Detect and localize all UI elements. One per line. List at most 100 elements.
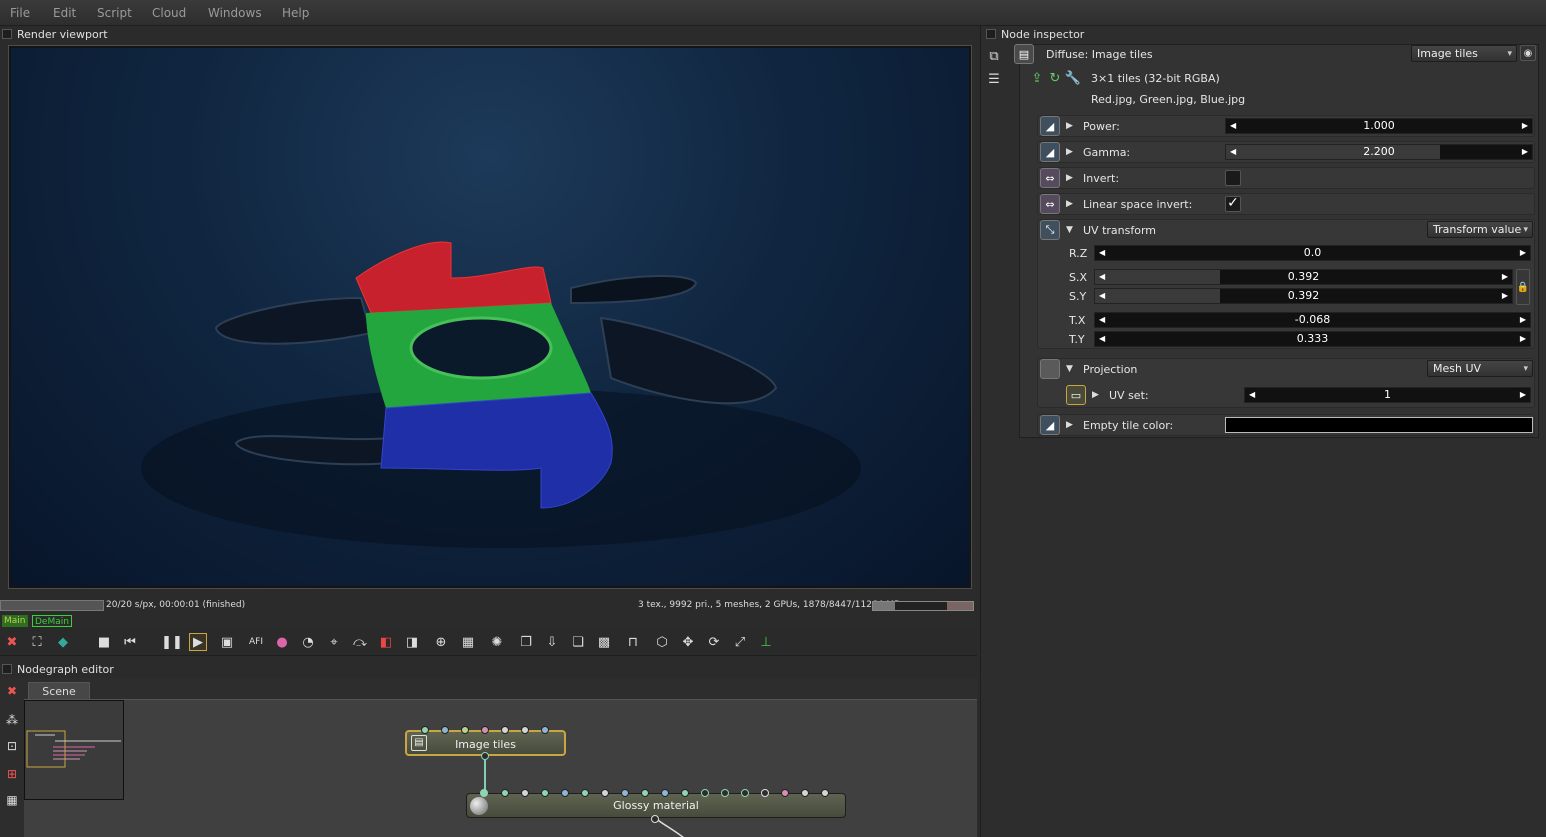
magnify-icon[interactable]: ⊕ bbox=[432, 633, 450, 651]
arrow-left-icon[interactable]: ◀ bbox=[1099, 289, 1105, 303]
arrow-right-icon[interactable]: ▶ bbox=[1522, 145, 1528, 159]
arrow-left-icon[interactable]: ◀ bbox=[1099, 246, 1105, 260]
upload-icon[interactable]: ⇪ bbox=[1028, 69, 1046, 87]
node-pin[interactable] bbox=[501, 789, 509, 797]
picker-icon[interactable]: ⌖ bbox=[325, 633, 343, 651]
arrow-right-icon[interactable]: ▶ bbox=[1520, 246, 1526, 260]
node-pin[interactable] bbox=[421, 726, 429, 734]
node-pin[interactable] bbox=[461, 726, 469, 734]
expand-icon[interactable]: ▶ bbox=[1066, 420, 1073, 430]
rewind-icon[interactable]: ⏮ bbox=[121, 633, 139, 651]
node-pin[interactable] bbox=[541, 789, 549, 797]
focus-icon[interactable]: ⛶ bbox=[28, 633, 46, 651]
transform-pin-icon[interactable]: ⤡ bbox=[1040, 220, 1060, 240]
color-pin-icon[interactable]: ◢ bbox=[1040, 415, 1060, 435]
node-pin[interactable] bbox=[661, 789, 669, 797]
panel-toggle[interactable] bbox=[2, 29, 12, 39]
node-pin[interactable] bbox=[541, 726, 549, 734]
bool-pin-icon[interactable]: ⇔ bbox=[1040, 168, 1060, 188]
expand-icon[interactable]: ▶ bbox=[1066, 147, 1073, 157]
bool-pin-icon[interactable]: ⇔ bbox=[1040, 194, 1060, 214]
fullscreen-icon[interactable]: ⤢ bbox=[731, 633, 749, 651]
arrow-left-icon[interactable]: ◀ bbox=[1099, 332, 1105, 346]
main-tag[interactable]: Main bbox=[2, 615, 28, 627]
color-wheel-icon[interactable]: ● bbox=[273, 633, 291, 651]
invert-checkbox[interactable] bbox=[1225, 170, 1241, 186]
node-pin-connected[interactable] bbox=[480, 789, 488, 797]
pick2-icon[interactable]: ◧ bbox=[377, 633, 395, 651]
eye-icon[interactable]: ◉ bbox=[1520, 45, 1536, 61]
render-image[interactable] bbox=[11, 48, 969, 586]
reset-icon[interactable]: ✖ bbox=[4, 683, 20, 699]
axis-icon[interactable]: ⊥ bbox=[757, 633, 775, 651]
pause-icon[interactable]: ❚❚ bbox=[161, 633, 183, 651]
node-pin[interactable] bbox=[521, 789, 529, 797]
node-type-dropdown[interactable]: Image tiles ▾ bbox=[1411, 45, 1517, 62]
text-icon[interactable]: AFI bbox=[247, 633, 265, 651]
node-pin[interactable] bbox=[801, 789, 809, 797]
node-pin[interactable] bbox=[561, 789, 569, 797]
export-icon[interactable]: ⇩ bbox=[543, 633, 561, 651]
node-pin[interactable] bbox=[621, 789, 629, 797]
node-pin[interactable] bbox=[821, 789, 829, 797]
arrow-right-icon[interactable]: ▶ bbox=[1520, 313, 1526, 327]
menu-file[interactable]: File bbox=[10, 6, 30, 20]
arrow-right-icon[interactable]: ▶ bbox=[1502, 270, 1508, 284]
node-output-pin[interactable] bbox=[651, 815, 659, 823]
node-output-pin[interactable] bbox=[481, 752, 489, 760]
nodegraph-minimap[interactable] bbox=[24, 700, 124, 800]
collapse-icon[interactable]: ▼ bbox=[1066, 225, 1073, 235]
float-pin-icon[interactable]: ◢ bbox=[1040, 142, 1060, 162]
graph-icon[interactable]: ⊞ bbox=[4, 766, 20, 782]
fit-icon[interactable]: ⊡ bbox=[4, 738, 20, 754]
node-pin[interactable] bbox=[721, 789, 729, 797]
node-pin[interactable] bbox=[601, 789, 609, 797]
expand-icon[interactable]: ▶ bbox=[1092, 390, 1099, 400]
node-pin[interactable] bbox=[761, 789, 769, 797]
arrow-left-icon[interactable]: ◀ bbox=[1230, 119, 1236, 133]
uv-transform-dropdown[interactable]: Transform value ▾ bbox=[1427, 221, 1533, 238]
expand-icon[interactable]: ▶ bbox=[1066, 199, 1073, 209]
color-cube-icon[interactable]: ◆ bbox=[54, 633, 72, 651]
spinner-icon[interactable]: ✺ bbox=[488, 633, 506, 651]
expand-icon[interactable]: ▶ bbox=[1066, 121, 1073, 131]
rz-slider[interactable]: ◀ 0.0 ▶ bbox=[1094, 245, 1531, 261]
lock-icon[interactable]: ⊓ bbox=[624, 633, 642, 651]
menu-windows[interactable]: Windows bbox=[208, 6, 262, 20]
sx-slider[interactable]: ◀ 0.392 ▶ bbox=[1094, 269, 1513, 285]
arrow-left-icon[interactable]: ◀ bbox=[1099, 270, 1105, 284]
rotate-icon[interactable]: ⟳ bbox=[705, 633, 723, 651]
node-pin[interactable] bbox=[781, 789, 789, 797]
expand-icon[interactable]: ▶ bbox=[1066, 173, 1073, 183]
node-pin[interactable] bbox=[681, 789, 689, 797]
pick-icon[interactable]: ⤼ bbox=[351, 633, 369, 651]
node-pin[interactable] bbox=[701, 789, 709, 797]
node-pin[interactable] bbox=[521, 726, 529, 734]
float-pin-icon[interactable]: ◢ bbox=[1040, 116, 1060, 136]
wrench-icon[interactable]: 🔧 bbox=[1064, 69, 1082, 87]
int-pin-icon[interactable]: ▭ bbox=[1066, 385, 1086, 405]
arrow-left-icon[interactable]: ◀ bbox=[1230, 145, 1236, 159]
node-pin[interactable] bbox=[481, 726, 489, 734]
sy-slider[interactable]: ◀ 0.392 ▶ bbox=[1094, 288, 1513, 304]
grid-icon[interactable]: ▩ bbox=[595, 633, 613, 651]
tab-scene[interactable]: Scene bbox=[28, 682, 90, 700]
projection-pin-icon[interactable] bbox=[1040, 359, 1060, 379]
demain-tag[interactable]: DeMain bbox=[32, 615, 72, 627]
stop-icon[interactable]: ■ bbox=[95, 633, 113, 651]
node-pin[interactable] bbox=[641, 789, 649, 797]
collapse-icon[interactable]: ▼ bbox=[1066, 364, 1073, 374]
lock-icon[interactable]: 🔒 bbox=[1516, 269, 1530, 305]
arrow-right-icon[interactable]: ▶ bbox=[1520, 332, 1526, 346]
menu-edit[interactable]: Edit bbox=[53, 6, 76, 20]
uv-set-slider[interactable]: ◀ 1 ▶ bbox=[1244, 387, 1531, 403]
arrange-icon[interactable]: ⁂ bbox=[4, 712, 20, 728]
layers-icon[interactable]: ❏ bbox=[569, 633, 587, 651]
empty-tile-color-swatch[interactable] bbox=[1225, 417, 1533, 433]
tree-icon[interactable]: ☰ bbox=[985, 70, 1003, 88]
node-pin[interactable] bbox=[581, 789, 589, 797]
node-pin[interactable] bbox=[501, 726, 509, 734]
region-icon[interactable]: ▦ bbox=[459, 633, 477, 651]
tx-slider[interactable]: ◀ -0.068 ▶ bbox=[1094, 312, 1531, 328]
play-icon[interactable]: ▶ bbox=[189, 633, 207, 651]
